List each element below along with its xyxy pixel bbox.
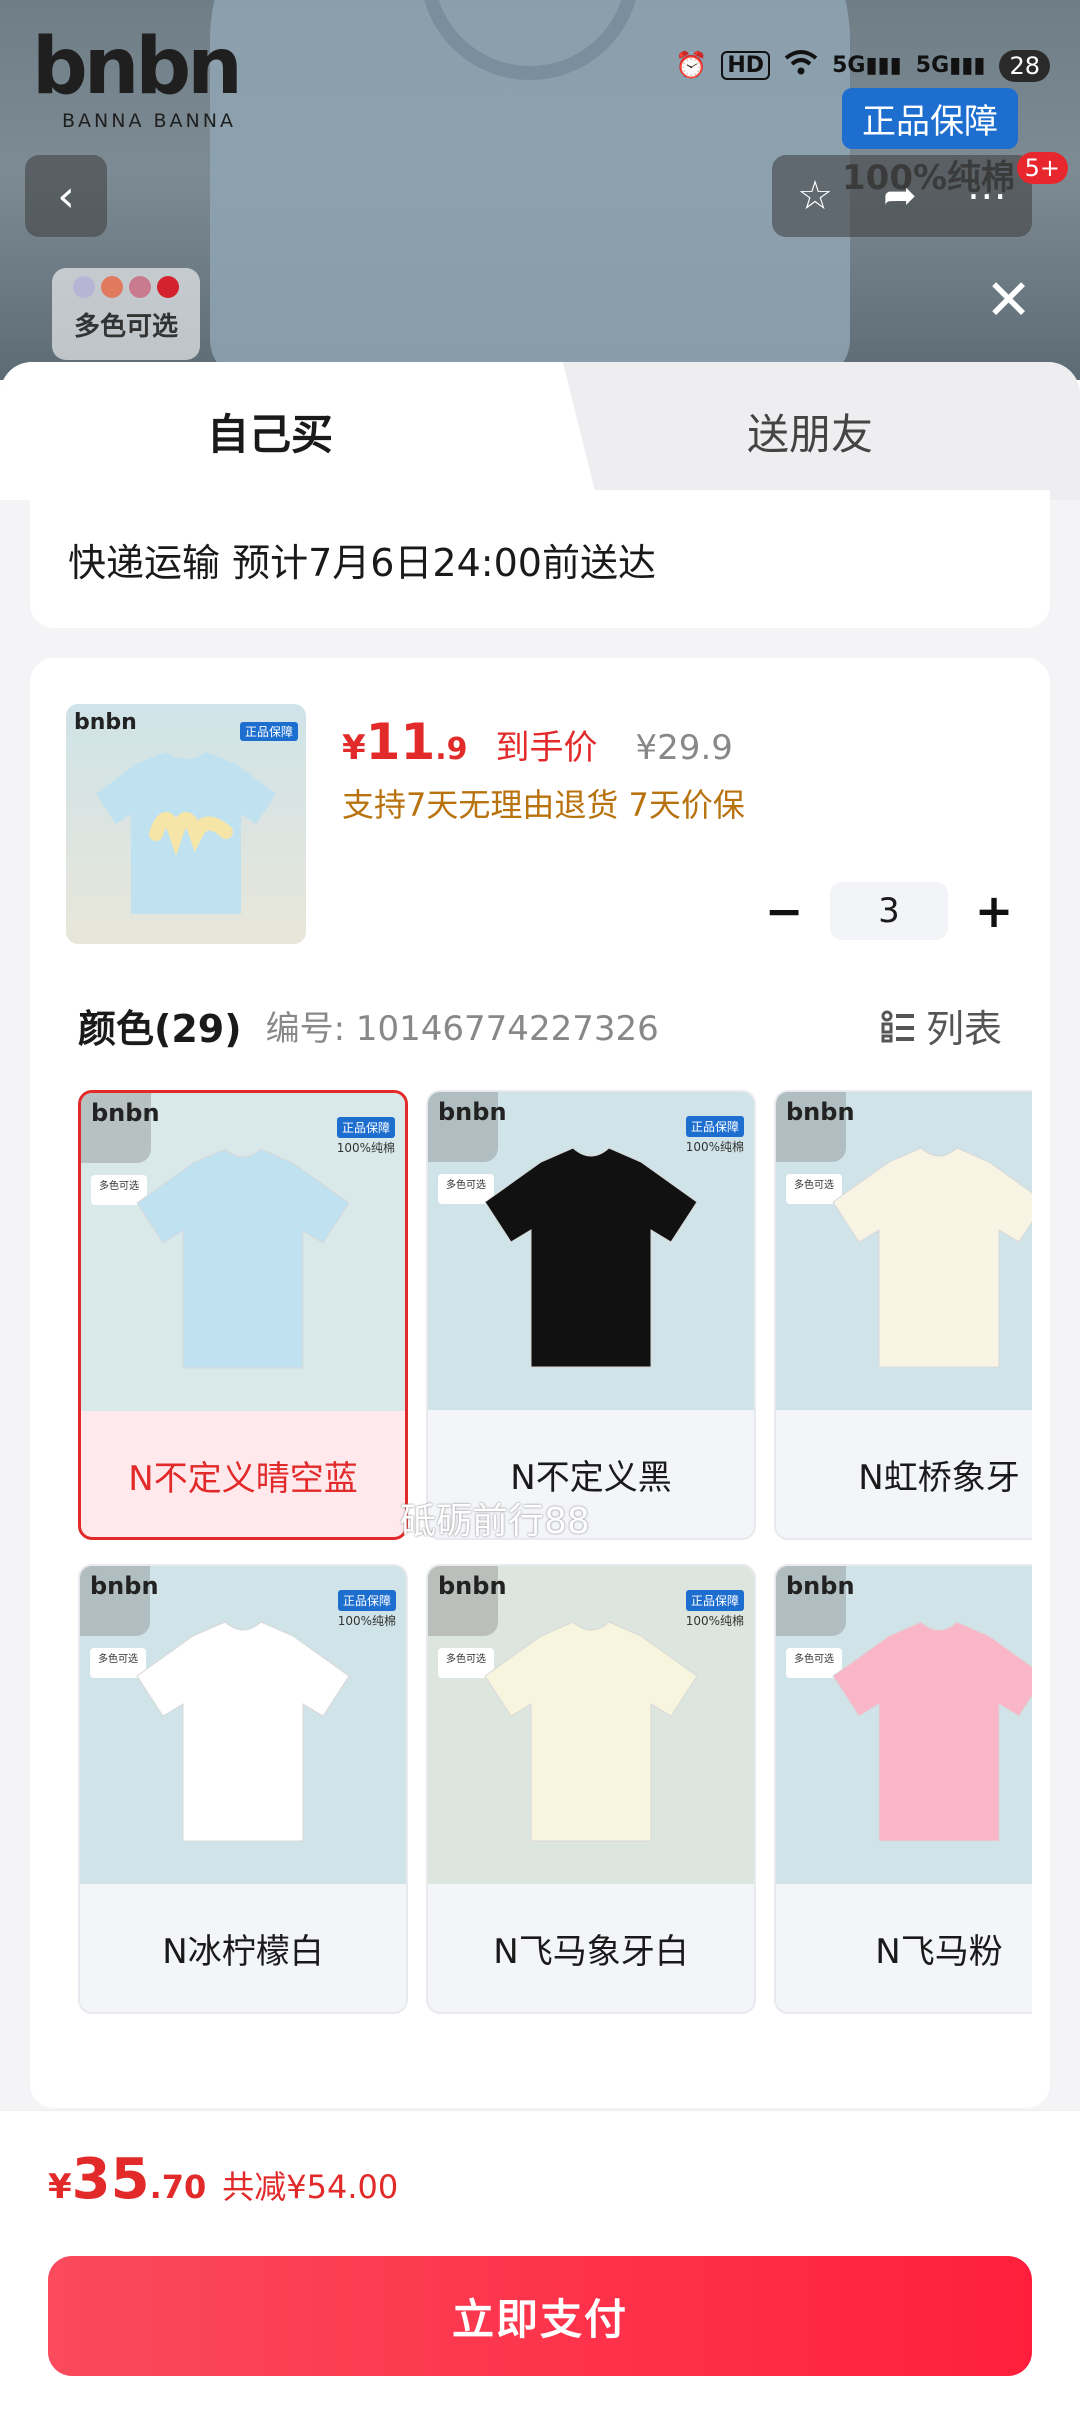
color-dots <box>52 276 200 298</box>
color-option-label: N不定义晴空蓝 <box>128 1458 358 1499</box>
tshirt-graphic <box>832 1147 1032 1368</box>
total-price: ¥35.70 共减¥54.00 <box>48 2147 399 2212</box>
color-section-header: 颜色(29) 编号: 10146774227326 列表 <box>78 998 1002 1053</box>
color-option-label: N虹桥象牙 <box>858 1457 1020 1498</box>
tile-genuine-badge: 正品保障 <box>685 1116 744 1137</box>
multi-color-tag: 多色可选 <box>52 268 200 360</box>
star-icon[interactable]: ☆ <box>797 173 833 219</box>
tile-brand-logo: bnbn <box>438 1572 507 1600</box>
tile-genuine-badge: 正品保障 <box>336 1117 395 1138</box>
color-option[interactable]: bnbn正品保障100%纯棉多色可选 N飞马粉 <box>774 1564 1032 2014</box>
product-thumbnail[interactable]: bnbn 正品保障 <box>66 704 306 944</box>
color-option[interactable]: bnbn 正品保障 100%纯棉 多色可选 N不定义晴空蓝 <box>78 1090 408 1540</box>
product-card: bnbn 正品保障 ¥11.9 到手价 ¥29.9 支持7天无理由退货 7天价保… <box>30 658 1050 2108</box>
tile-genuine-badge: 正品保障 <box>685 1590 744 1611</box>
tile-brand-logo: bnbn <box>786 1572 855 1600</box>
delivery-info[interactable]: 快递运输 预计7月6日24:00前送达 <box>30 490 1050 628</box>
deal-price-label: 到手价 <box>495 728 598 768</box>
tab-gift-friend[interactable]: 送朋友 <box>540 362 1080 500</box>
tile-brand-logo: bnbn <box>91 1099 160 1127</box>
tile-brand-logo: bnbn <box>438 1098 507 1126</box>
pay-now-button[interactable]: 立即支付 <box>48 2256 1032 2376</box>
color-dot <box>101 276 123 298</box>
color-option-image: bnbn正品保障100%纯棉多色可选 <box>428 1092 754 1410</box>
genuine-badge: 正品保障 <box>842 88 1018 149</box>
tile-genuine-badge: 正品保障 <box>337 1590 396 1611</box>
discount-total: 共减¥54.00 <box>222 2168 399 2206</box>
color-dot <box>157 276 179 298</box>
tshirt-graphic <box>484 1147 698 1368</box>
color-grid-viewport: bnbn 正品保障 100%纯棉 多色可选 N不定义晴空蓝 bnbn 正品保障 100%纯棉多… <box>78 1090 1032 2020</box>
color-option-image: bnbn正品保障100%纯棉多色可选 <box>80 1566 406 1884</box>
color-option-image: bnbn正品保障100%纯棉多色可选 <box>776 1092 1032 1410</box>
tshirt-graphic <box>484 1621 698 1842</box>
color-option-image: bnbn正品保障100%纯棉多色可选 <box>776 1566 1032 1884</box>
deal-price: ¥11.9 <box>342 713 468 771</box>
thumbnail-shirt <box>96 752 276 914</box>
signal-5g-icon: 5G▮▮▮ <box>915 53 986 78</box>
color-option-image: bnbn正品保障100%纯棉多色可选 <box>81 1093 405 1411</box>
quantity-field[interactable]: 3 <box>830 882 948 940</box>
purchase-tabs: 自己买 送朋友 <box>0 362 1080 500</box>
chevron-left-icon: ‹ <box>57 170 75 222</box>
back-button[interactable]: ‹ <box>25 155 107 237</box>
tab-buy-self[interactable]: 自己买 <box>0 362 540 500</box>
brand-logo: bnbn BANNA BANNA <box>32 22 243 132</box>
hd-icon: HD <box>721 51 771 80</box>
wifi-icon <box>784 48 818 83</box>
battery-indicator: 28 <box>999 49 1050 82</box>
tile-brand-logo: bnbn <box>90 1572 159 1600</box>
decrease-button[interactable]: − <box>764 884 804 938</box>
top-action-group: ☆ ➦ ⋯ <box>772 155 1032 237</box>
tile-brand-logo: bnbn <box>786 1098 855 1126</box>
color-option-image: bnbn正品保障100%纯棉多色可选 <box>428 1566 754 1884</box>
tshirt-graphic <box>832 1621 1032 1842</box>
share-icon[interactable]: ➦ <box>883 173 917 219</box>
color-option[interactable]: bnbn 正品保障 100%纯棉 多色可选 N冰柠檬白 <box>78 1564 408 2014</box>
color-option-label: N飞马粉 <box>875 1931 1003 1972</box>
color-option[interactable]: bnbn 正品保障 100%纯棉 多色可选 N飞马象牙白 <box>426 1564 756 2014</box>
service-promise: 支持7天无理由退货 7天价保 <box>342 786 745 824</box>
quantity-stepper: − 3 + <box>764 882 1014 940</box>
product-code: 编号: 10146774227326 <box>265 1009 659 1049</box>
original-price: ¥29.9 <box>635 728 733 768</box>
color-title: 颜色(29) <box>78 1007 242 1051</box>
color-option[interactable]: bnbn正品保障100%纯棉多色可选 N虹桥象牙 <box>774 1090 1032 1540</box>
color-option-label: N冰柠檬白 <box>162 1931 324 1972</box>
increase-button[interactable]: + <box>974 884 1014 938</box>
checkout-footer: ¥35.70 共减¥54.00 立即支付 <box>0 2110 1080 2412</box>
color-dot <box>129 276 151 298</box>
more-icon[interactable]: ⋯ <box>967 173 1007 219</box>
status-bar: ⏰ HD 5G▮▮▮ 5G▮▮▮ 28 <box>675 48 1050 83</box>
color-grid: bnbn 正品保障 100%纯棉 多色可选 N不定义晴空蓝 bnbn 正品保障 100%纯棉多… <box>78 1090 1032 2014</box>
alarm-icon: ⏰ <box>675 50 708 81</box>
color-dot <box>73 276 95 298</box>
color-option[interactable]: bnbn 正品保障 100%纯棉 多色可选 N不定义黑 <box>426 1090 756 1540</box>
price-row: ¥11.9 到手价 ¥29.9 <box>342 713 733 771</box>
signal-5g-icon: 5G▮▮▮ <box>832 53 902 78</box>
purchase-sheet: 自己买 送朋友 快递运输 预计7月6日24:00前送达 bnbn 正品保障 ¥1… <box>0 362 1080 2412</box>
close-icon[interactable]: ✕ <box>985 268 1032 333</box>
tshirt-graphic <box>136 1621 350 1842</box>
list-view-toggle[interactable]: 列表 <box>880 998 1002 1053</box>
message-count-badge: 5+ <box>1016 152 1068 184</box>
tshirt-graphic <box>136 1148 350 1369</box>
watermark-text: 砥砺前行88 <box>400 1501 590 1542</box>
color-option-label: N飞马象牙白 <box>493 1931 689 1972</box>
list-icon <box>881 1010 914 1042</box>
